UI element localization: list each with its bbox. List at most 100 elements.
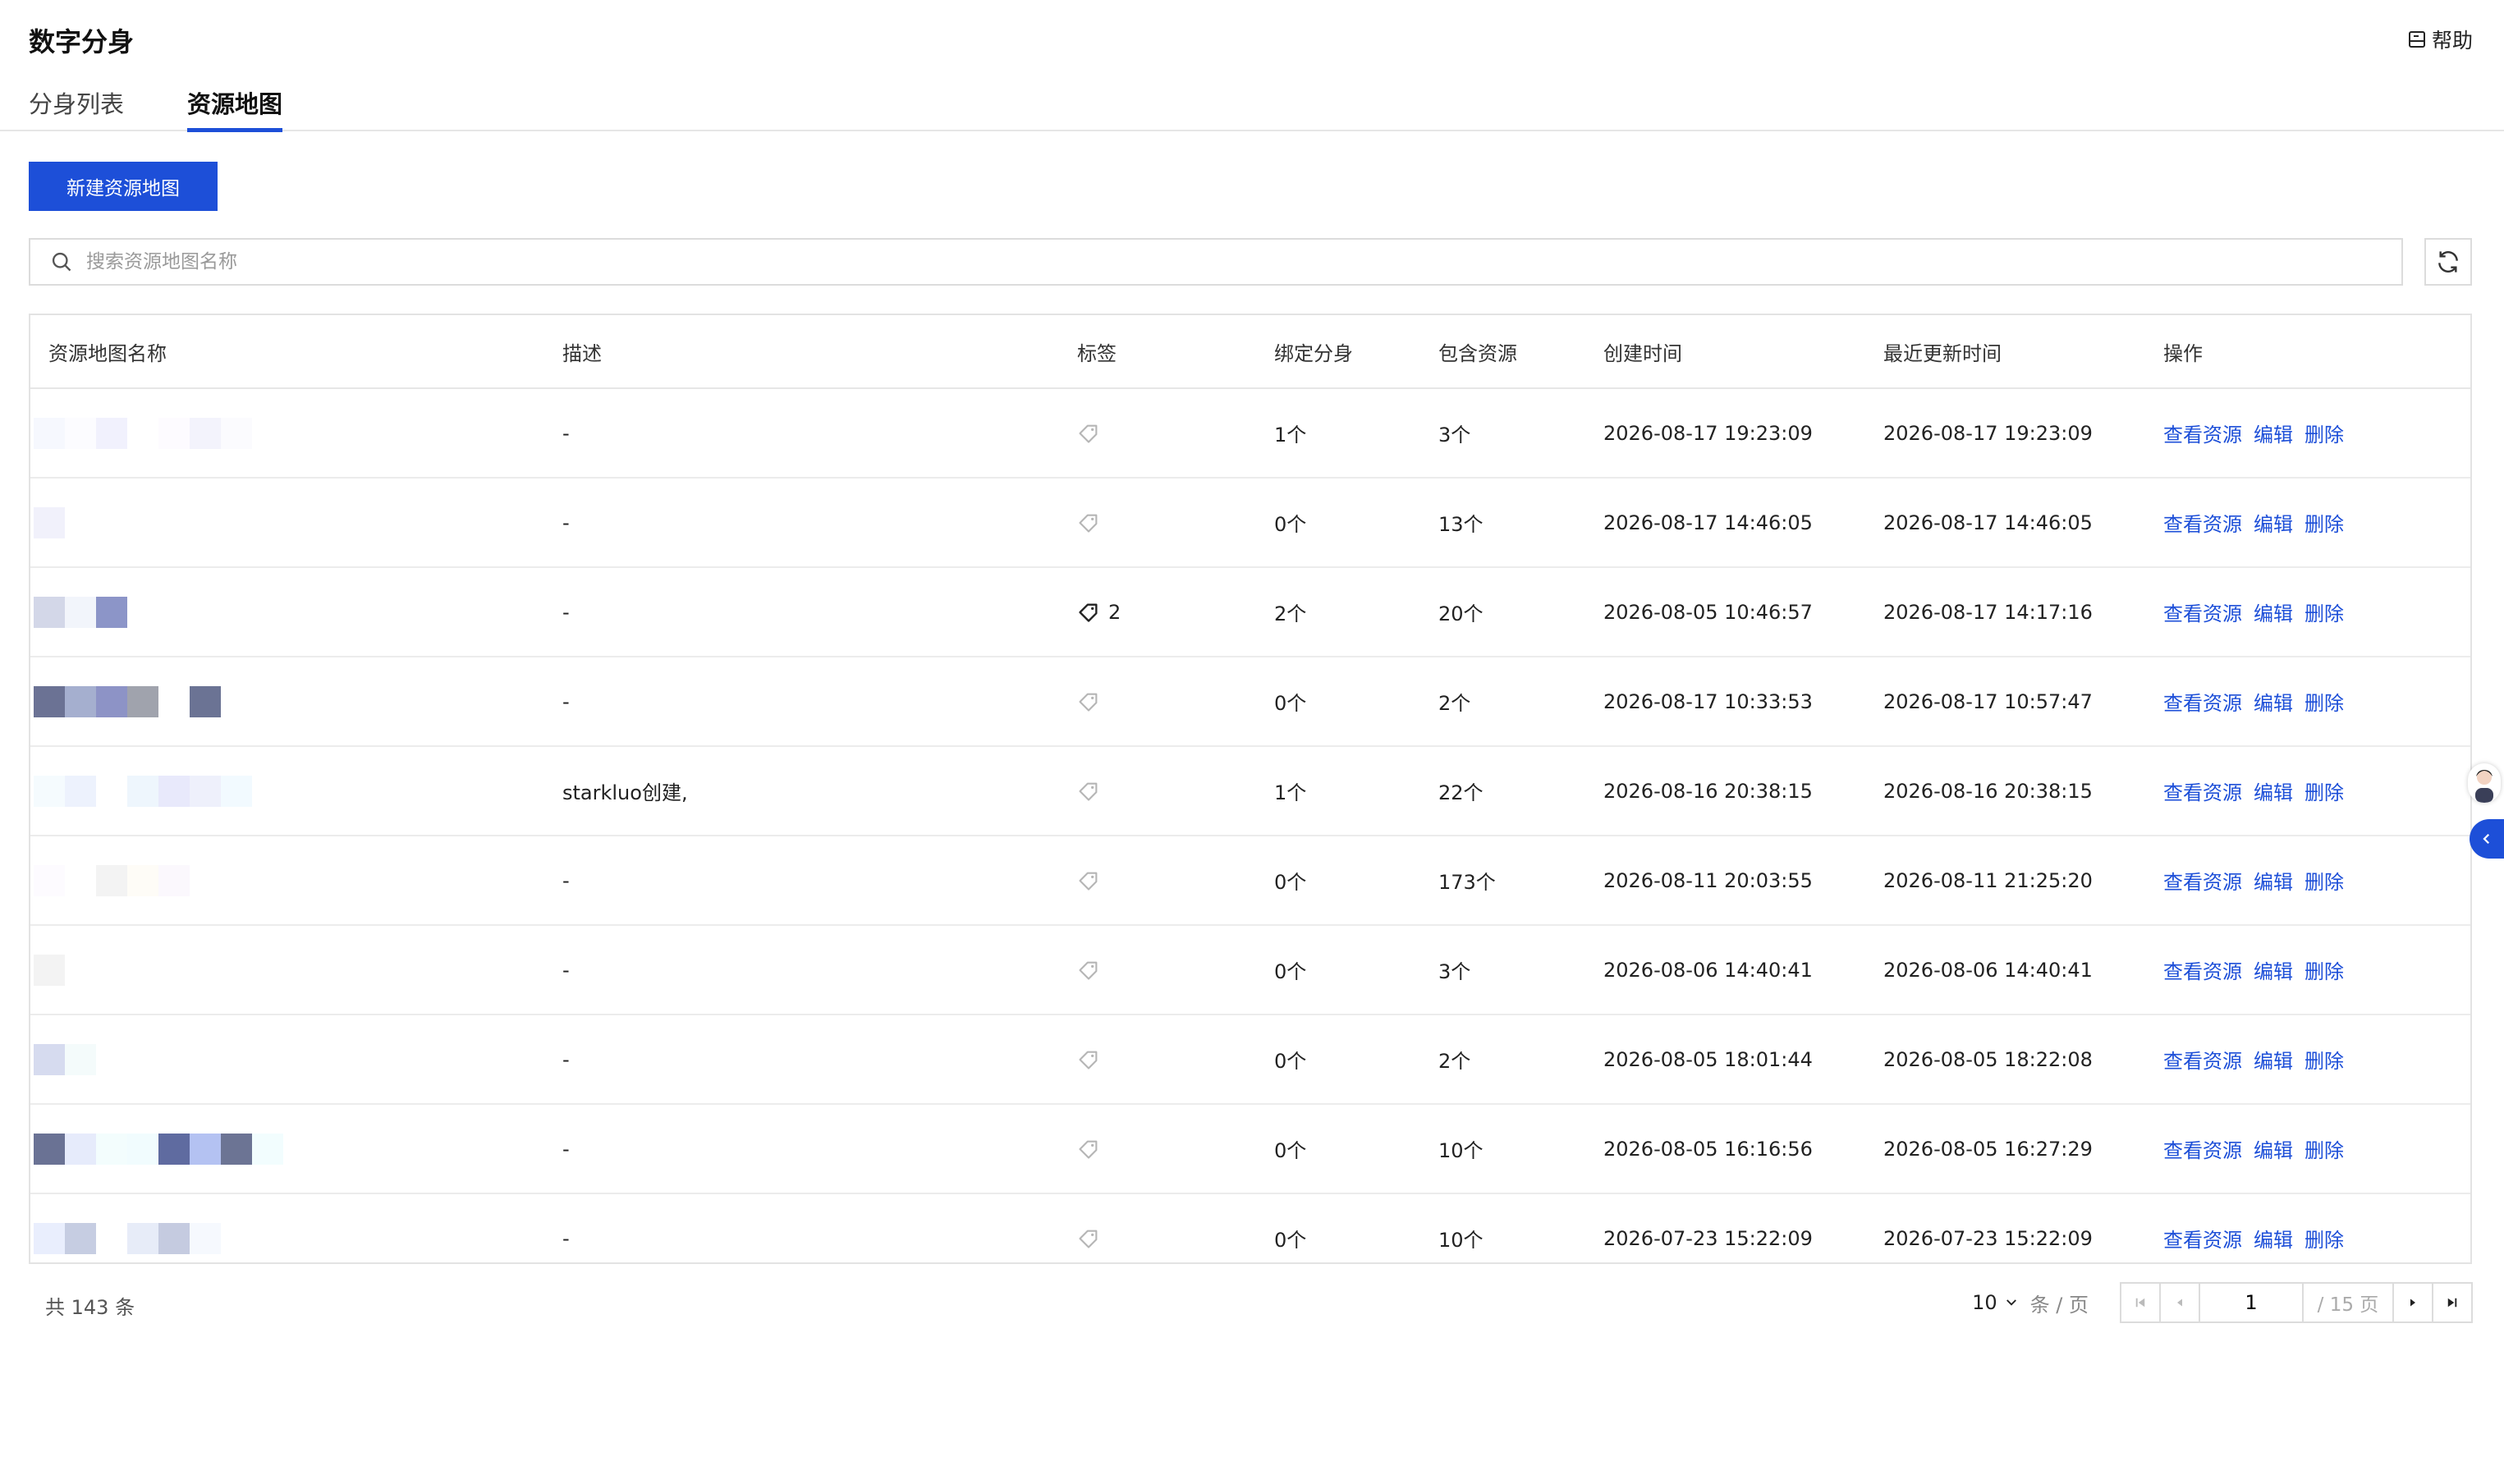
tag-button[interactable]	[1077, 869, 1256, 892]
tab-resource-map[interactable]: 资源地图	[187, 85, 283, 132]
edit-link[interactable]: 编辑	[2254, 781, 2293, 804]
tag-button[interactable]	[1077, 1048, 1256, 1071]
view-resources-link[interactable]: 查看资源	[2163, 1050, 2242, 1073]
edit-link[interactable]: 编辑	[2254, 960, 2293, 983]
last-page-button[interactable]	[2432, 1282, 2473, 1323]
help-icon	[2408, 31, 2425, 48]
resources-cell: 173个	[1420, 836, 1585, 926]
tag-button[interactable]: 2	[1077, 601, 1256, 624]
bound-clones-cell: 0个	[1274, 1229, 1307, 1252]
tag-button[interactable]	[1077, 959, 1256, 982]
tag-icon	[1079, 1051, 1098, 1069]
resources-cell: 2个	[1420, 1015, 1585, 1105]
view-resources-link[interactable]: 查看资源	[2163, 513, 2242, 536]
table-row: - 0个 173个 2026-08-11 20:03:55 2026-08-11 21:…	[30, 836, 2470, 926]
resource-map-name[interactable]	[30, 746, 544, 836]
table-row: -0个 3个 2026-08-06 14:40:41 2026-08-06 14:40…	[30, 925, 2470, 1015]
resource-map-name[interactable]	[30, 836, 544, 926]
delete-link[interactable]: 删除	[2305, 1229, 2344, 1252]
delete-link[interactable]: 删除	[2305, 424, 2344, 447]
bound-clones-cell: 0个	[1256, 1015, 1420, 1105]
chevron-left-icon	[2483, 833, 2490, 845]
page-size-select[interactable]: 10	[1972, 1291, 2019, 1314]
help-button[interactable]: 帮助	[2407, 25, 2473, 54]
assistant-avatar[interactable]	[2468, 763, 2501, 803]
pagination: 10 条 / 页 / 15 页	[1972, 1280, 2473, 1325]
created-time-cell: 2026-08-17 10:33:53	[1585, 657, 1865, 747]
edit-link[interactable]: 编辑	[2254, 1050, 2293, 1073]
chevron-down-icon	[2006, 1299, 2016, 1306]
edit-link[interactable]: 编辑	[2254, 1229, 2293, 1252]
page-number-input[interactable]	[2199, 1282, 2304, 1323]
delete-link[interactable]: 删除	[2305, 960, 2344, 983]
page-size-value: 10	[1972, 1291, 1997, 1314]
actions-cell: 查看资源 编辑 删除	[2145, 746, 2470, 836]
refresh-button[interactable]	[2424, 238, 2472, 286]
tag-icon	[1079, 424, 1098, 443]
bound-clones-cell: 2个	[1256, 567, 1420, 657]
first-page-icon	[2135, 1298, 2145, 1308]
tag-icon	[1079, 961, 1098, 980]
edit-link[interactable]: 编辑	[2254, 602, 2293, 625]
resource-map-name[interactable]	[30, 388, 544, 479]
resources-cell: 3个	[1420, 925, 1585, 1015]
redacted-name	[34, 417, 544, 449]
delete-link[interactable]: 删除	[2305, 871, 2344, 894]
view-resources-link[interactable]: 查看资源	[2163, 960, 2242, 983]
tag-icon	[1079, 1230, 1098, 1248]
tag-button[interactable]	[1077, 780, 1256, 803]
tags-cell	[1059, 836, 1256, 926]
created-time-cell: 2026-08-05 16:16:56	[1585, 1104, 1865, 1194]
description-cell: -	[544, 478, 1059, 568]
delete-link[interactable]: 删除	[2305, 513, 2344, 536]
view-resources-link[interactable]: 查看资源	[2163, 1139, 2242, 1162]
tag-button[interactable]	[1077, 690, 1256, 713]
resource-map-name[interactable]	[30, 657, 544, 747]
view-resources-link[interactable]: 查看资源	[2163, 781, 2242, 804]
view-resources-link[interactable]: 查看资源	[2163, 424, 2242, 447]
next-page-button[interactable]	[2392, 1282, 2433, 1323]
prev-page-button[interactable]	[2159, 1282, 2200, 1323]
resource-map-name[interactable]	[30, 1015, 544, 1105]
tag-icon	[1079, 782, 1098, 801]
help-label: 帮助	[2431, 29, 2473, 53]
table-row: starkluo创建, 1个 22个 2026-08-16 20:38:15 2026-…	[30, 746, 2470, 836]
table-row: - 0个 2个 2026-08-17 10:33:53 2026-08-17 10:57…	[30, 657, 2470, 747]
first-page-button[interactable]	[2120, 1282, 2161, 1323]
delete-link[interactable]: 删除	[2305, 1139, 2344, 1162]
tag-button[interactable]	[1077, 511, 1256, 534]
search-input[interactable]	[85, 239, 2401, 285]
view-resources-link[interactable]: 查看资源	[2163, 1229, 2242, 1252]
resource-map-name[interactable]	[30, 478, 544, 568]
resource-map-name[interactable]	[30, 1104, 544, 1194]
tag-icon	[1079, 1140, 1098, 1159]
resource-map-name[interactable]	[30, 1193, 544, 1282]
tab-clone-list[interactable]: 分身列表	[29, 85, 124, 128]
edit-link[interactable]: 编辑	[2254, 871, 2293, 894]
delete-link[interactable]: 删除	[2305, 781, 2344, 804]
edit-link[interactable]: 编辑	[2254, 424, 2293, 447]
edit-link[interactable]: 编辑	[2254, 692, 2293, 715]
edit-link[interactable]: 编辑	[2254, 513, 2293, 536]
view-resources-link[interactable]: 查看资源	[2163, 602, 2242, 625]
resource-map-name[interactable]	[30, 925, 544, 1015]
view-resources-link[interactable]: 查看资源	[2163, 692, 2242, 715]
updated-time-cell: 2026-08-11 21:25:20	[1865, 836, 2145, 926]
tag-button[interactable]	[1077, 1227, 1256, 1250]
tag-button[interactable]	[1077, 422, 1256, 445]
created-time-cell: 2026-08-11 20:03:55	[1585, 836, 1865, 926]
description-cell: -	[544, 836, 1059, 926]
delete-link[interactable]: 删除	[2305, 1050, 2344, 1073]
tags-cell	[1059, 925, 1256, 1015]
tag-button[interactable]	[1077, 1138, 1256, 1161]
tag-icon	[1079, 693, 1098, 712]
redacted-name	[34, 685, 544, 717]
view-resources-link[interactable]: 查看资源	[2163, 871, 2242, 894]
delete-link[interactable]: 删除	[2305, 602, 2344, 625]
per-page-label: 条 / 页	[2029, 1293, 2089, 1317]
side-panel-toggle[interactable]	[2470, 819, 2504, 859]
resource-map-name[interactable]	[30, 567, 544, 657]
new-resource-map-button[interactable]: 新建资源地图	[29, 162, 218, 211]
edit-link[interactable]: 编辑	[2254, 1139, 2293, 1162]
delete-link[interactable]: 删除	[2305, 692, 2344, 715]
